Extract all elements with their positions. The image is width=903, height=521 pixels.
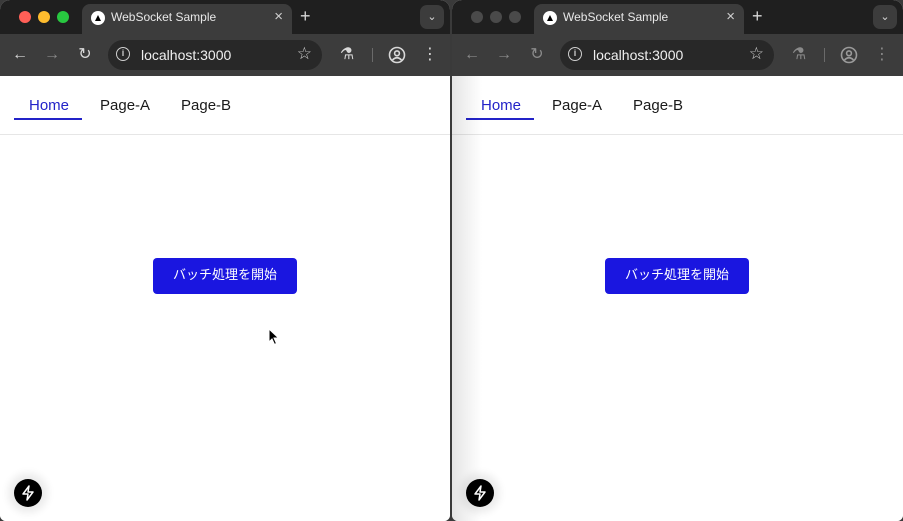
start-batch-button[interactable]: バッチ処理を開始 (605, 258, 749, 294)
flask-icon[interactable]: ⚗ (336, 44, 358, 66)
kebab-menu-icon[interactable]: ⋮ (419, 44, 441, 66)
profile-avatar-icon[interactable] (386, 44, 408, 66)
address-url[interactable]: localhost:3000 (593, 47, 683, 63)
close-window-button[interactable] (471, 11, 483, 23)
nav-link-page-b[interactable]: Page-B (181, 97, 231, 114)
zoom-window-button[interactable] (509, 11, 521, 23)
browser-tab[interactable]: WebSocket Sample × (534, 4, 744, 34)
nextjs-favicon-icon (91, 11, 105, 25)
tab-search-button[interactable]: ⌄ (873, 5, 897, 29)
nav-active-indicator (14, 118, 82, 120)
nextjs-devtools-button[interactable] (14, 479, 42, 507)
tab-strip: WebSocket Sample × + ⌄ (0, 0, 450, 34)
reload-icon[interactable]: ↻ (74, 44, 96, 66)
desktop: WebSocket Sample × + ⌄ ← → ↻ i localhost… (0, 0, 903, 521)
back-arrow-icon[interactable]: ← (9, 44, 31, 66)
tab-title: WebSocket Sample (111, 10, 217, 24)
minimize-window-button[interactable] (490, 11, 502, 23)
nav-link-page-a[interactable]: Page-A (100, 97, 150, 114)
new-tab-button[interactable]: + (300, 6, 311, 26)
nav-link-home[interactable]: Home (481, 97, 521, 114)
browser-window-left: WebSocket Sample × + ⌄ ← → ↻ i localhost… (0, 0, 450, 521)
reload-icon[interactable]: ↻ (526, 44, 548, 66)
nav-link-page-a[interactable]: Page-A (552, 97, 602, 114)
address-bar[interactable]: i localhost:3000 ☆ (108, 40, 322, 70)
close-window-button[interactable] (19, 11, 31, 23)
address-bar[interactable]: i localhost:3000 ☆ (560, 40, 774, 70)
kebab-menu-icon[interactable]: ⋮ (871, 44, 893, 66)
page-content: Home Page-A Page-B バッチ処理を開始 (0, 76, 450, 521)
site-info-icon[interactable]: i (568, 47, 582, 61)
toolbar-divider (824, 48, 825, 62)
tab-search-button[interactable]: ⌄ (420, 5, 444, 29)
nav-link-home[interactable]: Home (29, 97, 69, 114)
back-arrow-icon[interactable]: ← (461, 44, 483, 66)
forward-arrow-icon[interactable]: → (493, 44, 515, 66)
address-url[interactable]: localhost:3000 (141, 47, 231, 63)
minimize-window-button[interactable] (38, 11, 50, 23)
toolbar-divider (372, 48, 373, 62)
tab-title: WebSocket Sample (563, 10, 669, 24)
bookmark-star-icon[interactable]: ☆ (749, 45, 764, 63)
nextjs-favicon-icon (543, 11, 557, 25)
profile-avatar-icon[interactable] (838, 44, 860, 66)
browser-window-right: WebSocket Sample × + ⌄ ← → ↻ i localhost… (452, 0, 903, 521)
tab-close-icon[interactable]: × (274, 9, 283, 25)
tab-close-icon[interactable]: × (726, 9, 735, 25)
zoom-window-button[interactable] (57, 11, 69, 23)
browser-toolbar: ← → ↻ i localhost:3000 ☆ ⚗ ⋮ (0, 34, 450, 76)
browser-tab[interactable]: WebSocket Sample × (82, 4, 292, 34)
browser-toolbar: ← → ↻ i localhost:3000 ☆ ⚗ ⋮ (452, 34, 903, 76)
site-nav: Home Page-A Page-B (452, 76, 903, 135)
site-info-icon[interactable]: i (116, 47, 130, 61)
site-nav: Home Page-A Page-B (0, 76, 450, 135)
new-tab-button[interactable]: + (752, 6, 763, 26)
tab-strip: WebSocket Sample × + ⌄ (452, 0, 903, 34)
bookmark-star-icon[interactable]: ☆ (297, 45, 312, 63)
start-batch-button[interactable]: バッチ処理を開始 (153, 258, 297, 294)
lightning-bolt-icon (22, 485, 34, 501)
nav-link-page-b[interactable]: Page-B (633, 97, 683, 114)
page-content: Home Page-A Page-B バッチ処理を開始 (452, 76, 903, 521)
forward-arrow-icon[interactable]: → (41, 44, 63, 66)
mouse-pointer-icon (268, 327, 280, 351)
flask-icon[interactable]: ⚗ (788, 44, 810, 66)
window-shadow (452, 76, 482, 521)
